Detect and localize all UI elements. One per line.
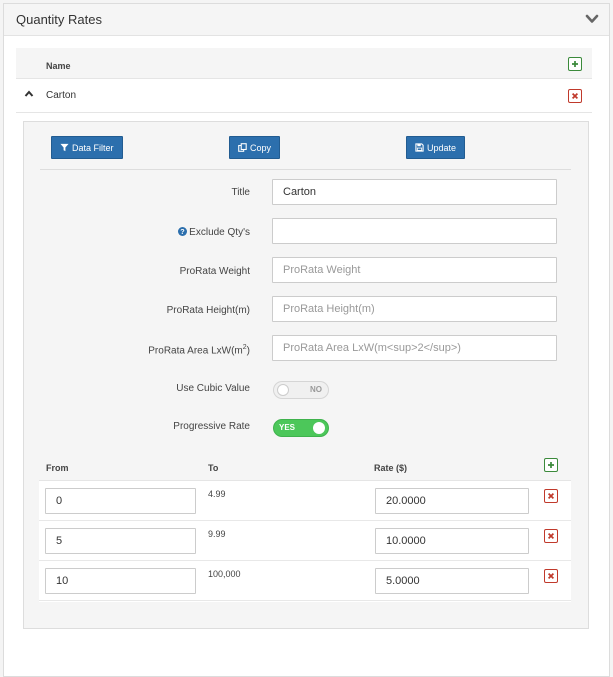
- to-column-header: To: [208, 463, 219, 473]
- close-icon: [547, 532, 555, 540]
- exclude-qty-text: Exclude Qty's: [189, 227, 250, 238]
- detail-editor: Data Filter Copy Update Title ? Exclude Q…: [23, 121, 589, 629]
- prorata-area-input[interactable]: [272, 335, 557, 361]
- toggle-knob: [277, 384, 289, 396]
- from-input[interactable]: [45, 568, 196, 594]
- prorata-area-label: ProRata Area LxW(m2): [40, 344, 250, 356]
- prorata-height-label: ProRata Height(m): [166, 305, 250, 316]
- to-value: 100,000: [208, 569, 241, 579]
- delete-rate-button[interactable]: [544, 569, 558, 583]
- add-rate-button[interactable]: [544, 458, 558, 472]
- chevron-up-icon[interactable]: [24, 89, 34, 99]
- rate-breaks-table: From To Rate ($) 4.99 9.99: [39, 450, 571, 602]
- plus-icon: [548, 462, 554, 468]
- prorata-area-label-prefix: ProRata Area LxW(m: [148, 345, 243, 357]
- rates-header: From To Rate ($): [39, 450, 571, 481]
- table-row: 100,000: [39, 561, 571, 601]
- rate-column-header: Rate ($): [374, 463, 408, 473]
- question-circle-icon: ?: [178, 227, 188, 236]
- name-column-header: Name: [46, 61, 71, 71]
- rate-input[interactable]: [375, 488, 529, 514]
- update-button[interactable]: Update: [406, 136, 466, 159]
- prorata-area-label-suffix: ): [246, 345, 250, 357]
- filter-icon: [60, 143, 69, 152]
- from-input[interactable]: [45, 488, 196, 514]
- toggle-knob: [313, 422, 325, 434]
- quantity-rates-panel: Quantity Rates Name Carton Data Filter C…: [3, 3, 610, 677]
- close-icon: [571, 92, 579, 100]
- delete-row-button[interactable]: [568, 89, 582, 103]
- data-filter-button[interactable]: Data Filter: [51, 136, 123, 159]
- table-row: 9.99: [39, 521, 571, 561]
- plus-icon: [572, 61, 578, 67]
- progressive-rate-label: Progressive Rate: [173, 421, 250, 432]
- rate-input[interactable]: [375, 568, 529, 594]
- delete-rate-button[interactable]: [544, 529, 558, 543]
- use-cubic-toggle[interactable]: NO: [273, 381, 329, 399]
- delete-rate-button[interactable]: [544, 489, 558, 503]
- table-row[interactable]: Carton: [16, 79, 592, 113]
- copy-label: Copy: [250, 142, 272, 153]
- copy-button[interactable]: Copy: [229, 136, 281, 159]
- svg-text:?: ?: [180, 227, 184, 236]
- close-icon: [547, 492, 555, 500]
- chevron-down-icon[interactable]: [585, 12, 599, 26]
- add-row-button[interactable]: [568, 57, 582, 71]
- prorata-height-input[interactable]: [272, 296, 557, 322]
- to-value: 4.99: [208, 489, 226, 499]
- title-label: Title: [231, 187, 250, 198]
- prorata-weight-input[interactable]: [272, 257, 557, 283]
- use-cubic-label: Use Cubic Value: [176, 383, 250, 394]
- exclude-qty-input[interactable]: [272, 218, 557, 244]
- panel-header: Quantity Rates: [4, 4, 609, 36]
- title-input[interactable]: [272, 179, 557, 205]
- update-label: Update: [427, 142, 457, 153]
- copy-icon: [238, 143, 247, 152]
- prorata-weight-label: ProRata Weight: [179, 266, 250, 277]
- close-icon: [547, 572, 555, 580]
- row-name: Carton: [46, 90, 77, 101]
- grid-header: Name: [16, 48, 592, 79]
- toggle-state: YES: [279, 423, 296, 432]
- exclude-qty-label: ? Exclude Qty's: [40, 227, 250, 238]
- table-row: 4.99: [39, 481, 571, 521]
- from-column-header: From: [46, 463, 69, 473]
- to-value: 9.99: [208, 529, 226, 539]
- rate-input[interactable]: [375, 528, 529, 554]
- save-icon: [415, 143, 424, 152]
- toolbar-divider: [40, 169, 571, 170]
- progressive-rate-toggle[interactable]: YES: [273, 419, 329, 437]
- data-filter-label: Data Filter: [72, 142, 114, 153]
- from-input[interactable]: [45, 528, 196, 554]
- panel-title: Quantity Rates: [16, 12, 102, 27]
- toggle-state: NO: [310, 385, 322, 394]
